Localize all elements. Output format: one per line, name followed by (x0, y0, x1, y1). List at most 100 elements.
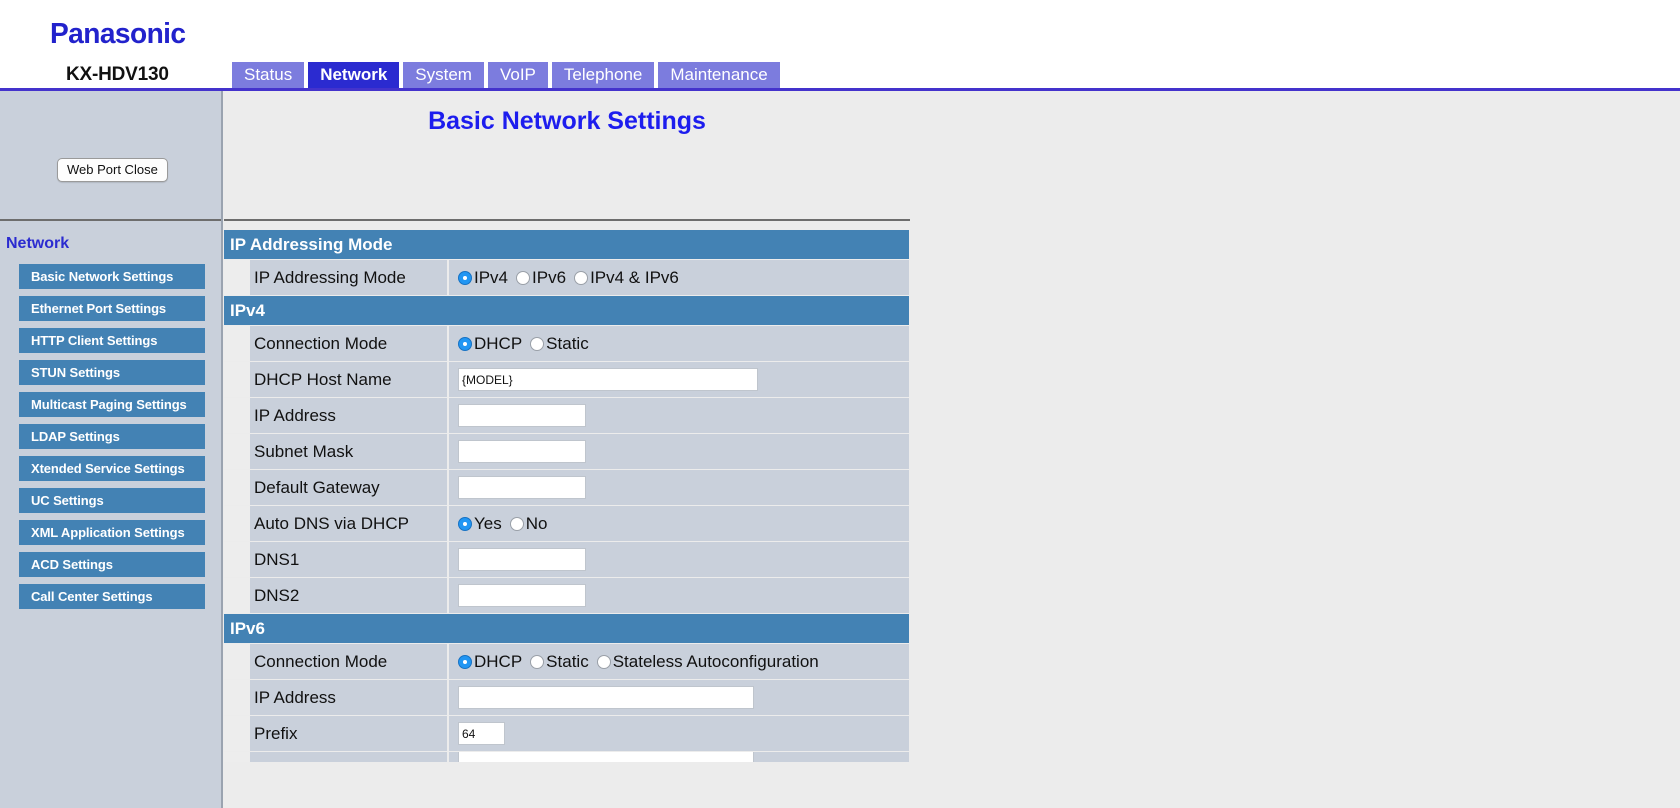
radio-unselected-icon[interactable] (516, 270, 531, 285)
row-field (449, 716, 909, 751)
sidebar-item-http-client-settings[interactable]: HTTP Client Settings (19, 328, 205, 353)
tab-system[interactable]: System (403, 62, 484, 88)
row-label: Prefix (250, 716, 449, 751)
input-subnet-mask[interactable] (458, 440, 586, 463)
input-dhcp-host-name[interactable] (458, 368, 758, 391)
input-ip-address[interactable] (458, 404, 586, 427)
radio-option[interactable]: Yes (458, 514, 507, 534)
row-field (449, 362, 909, 397)
sidebar-item-acd-settings[interactable]: ACD Settings (19, 552, 205, 577)
sidebar-item-call-center-settings[interactable]: Call Center Settings (19, 584, 205, 609)
radio-option-label: Static (546, 651, 589, 671)
radio-option-label: IPv4 (474, 267, 509, 287)
row-field: DHCP Static Stateless Autoconfiguration (449, 644, 909, 679)
row-label: DNS2 (250, 578, 449, 613)
radio-option-label: IPv4 & IPv6 (590, 267, 679, 287)
radio-unselected-icon[interactable] (509, 516, 524, 531)
page-title: Basic Network Settings (428, 107, 706, 135)
settings-row: Auto DNS via DHCP Yes No (224, 506, 909, 541)
settings-row: IP Address (224, 680, 909, 715)
radio-selected-icon[interactable] (458, 336, 472, 351)
radio-option-label: Static (546, 333, 589, 353)
row-field: DHCP Static (449, 326, 909, 361)
sidebar-nav-list: Basic Network Settings Ethernet Port Sett… (19, 264, 205, 616)
sidebar-item-xml-application-settings[interactable]: XML Application Settings (19, 520, 205, 545)
settings-row: Connection Mode DHCP Static Stateless Autoc… (224, 644, 909, 679)
sidebar-item-stun-settings[interactable]: STUN Settings (19, 360, 205, 385)
radio-unselected-icon[interactable] (530, 654, 545, 669)
radio-option[interactable]: IPv4 & IPv6 (574, 268, 684, 288)
section-header-ip-addressing-mode: IP Addressing Mode (224, 230, 909, 259)
sidebar-group-title: Network (6, 235, 70, 252)
row-field (449, 398, 909, 433)
radio-selected-icon[interactable] (458, 516, 472, 531)
radio-option[interactable]: IPv6 (516, 268, 571, 288)
row-label: DHCP Host Name (250, 362, 449, 397)
input-default-gateway[interactable] (458, 476, 586, 499)
input-dns2[interactable] (458, 584, 586, 607)
sidebar-divider (0, 219, 221, 221)
radio-option[interactable]: Static (530, 652, 594, 672)
sidebar-item-ldap-settings[interactable]: LDAP Settings (19, 424, 205, 449)
settings-row: DNS2 (224, 578, 909, 613)
web-port-close-button[interactable]: Web Port Close (57, 158, 168, 182)
radio-unselected-icon[interactable] (574, 270, 589, 285)
sidebar-item-xtended-service-settings[interactable]: Xtended Service Settings (19, 456, 205, 481)
tab-telephone[interactable]: Telephone (551, 62, 655, 88)
radio-unselected-icon[interactable] (596, 654, 611, 669)
radio-unselected-icon[interactable] (530, 336, 545, 351)
radio-option[interactable]: IPv4 (458, 268, 513, 288)
row-field (449, 752, 909, 762)
row-label: Subnet Mask (250, 434, 449, 469)
settings-row-clipped (224, 752, 909, 762)
section-header-ipv4: IPv4 (224, 296, 909, 325)
radio-option-label: DHCP (474, 651, 523, 671)
row-field (449, 470, 909, 505)
row-field (449, 542, 909, 577)
row-label: Connection Mode (250, 644, 449, 679)
radio-option-label: IPv6 (532, 267, 567, 287)
settings-row: DHCP Host Name (224, 362, 909, 397)
tab-maintenance[interactable]: Maintenance (658, 62, 780, 88)
input-ip-address[interactable] (458, 686, 754, 709)
radio-option[interactable]: Static (530, 334, 594, 354)
radio-selected-icon[interactable] (458, 270, 472, 285)
radio-option[interactable]: DHCP (458, 334, 527, 354)
radio-option[interactable]: Stateless Autoconfiguration (596, 651, 824, 672)
sidebar-item-multicast-paging-settings[interactable]: Multicast Paging Settings (19, 392, 205, 417)
radio-option-label: Stateless Autoconfiguration (612, 651, 819, 671)
radio-option-label: No (525, 513, 548, 533)
radio-selected-icon[interactable] (458, 654, 472, 669)
input-dns1[interactable] (458, 548, 586, 571)
radio-option[interactable]: No (509, 513, 553, 534)
title-divider (224, 219, 910, 221)
settings-row: Prefix (224, 716, 909, 751)
sidebar-item-uc-settings[interactable]: UC Settings (19, 488, 205, 513)
page-root: Panasonic KX-HDV130 Status Network System V… (0, 0, 1680, 808)
row-field: IPv4 IPv6 IPv4 & IPv6 (449, 260, 909, 295)
section-header-ipv6: IPv6 (224, 614, 909, 643)
row-field: Yes No (449, 506, 909, 541)
row-label: IP Address (250, 398, 449, 433)
settings-row: DNS1 (224, 542, 909, 577)
row-label: IP Addressing Mode (250, 260, 449, 295)
main-tabbar: Status Network System VoIP Telephone Maintena… (232, 62, 784, 88)
row-label: Default Gateway (250, 470, 449, 505)
tab-network[interactable]: Network (308, 62, 400, 88)
tab-status[interactable]: Status (232, 62, 305, 88)
sidebar-item-ethernet-port-settings[interactable]: Ethernet Port Settings (19, 296, 205, 321)
row-label: Auto DNS via DHCP (250, 506, 449, 541)
row-label (250, 752, 449, 762)
row-field (449, 434, 909, 469)
row-label: DNS1 (250, 542, 449, 577)
radio-group-connection-mode: DHCP Static Stateless Autoconfiguration (458, 652, 827, 672)
radio-option-label: Yes (474, 513, 502, 533)
row-label: IP Address (250, 680, 449, 715)
sidebar-item-basic-network-settings[interactable]: Basic Network Settings (19, 264, 205, 289)
input-prefix[interactable] (458, 722, 505, 745)
radio-group-auto-dns-via-dhcp: Yes No (458, 514, 555, 534)
input-clipped[interactable] (458, 752, 754, 762)
tab-voip[interactable]: VoIP (487, 62, 548, 88)
radio-option[interactable]: DHCP (458, 652, 527, 672)
settings-row: Default Gateway (224, 470, 909, 505)
